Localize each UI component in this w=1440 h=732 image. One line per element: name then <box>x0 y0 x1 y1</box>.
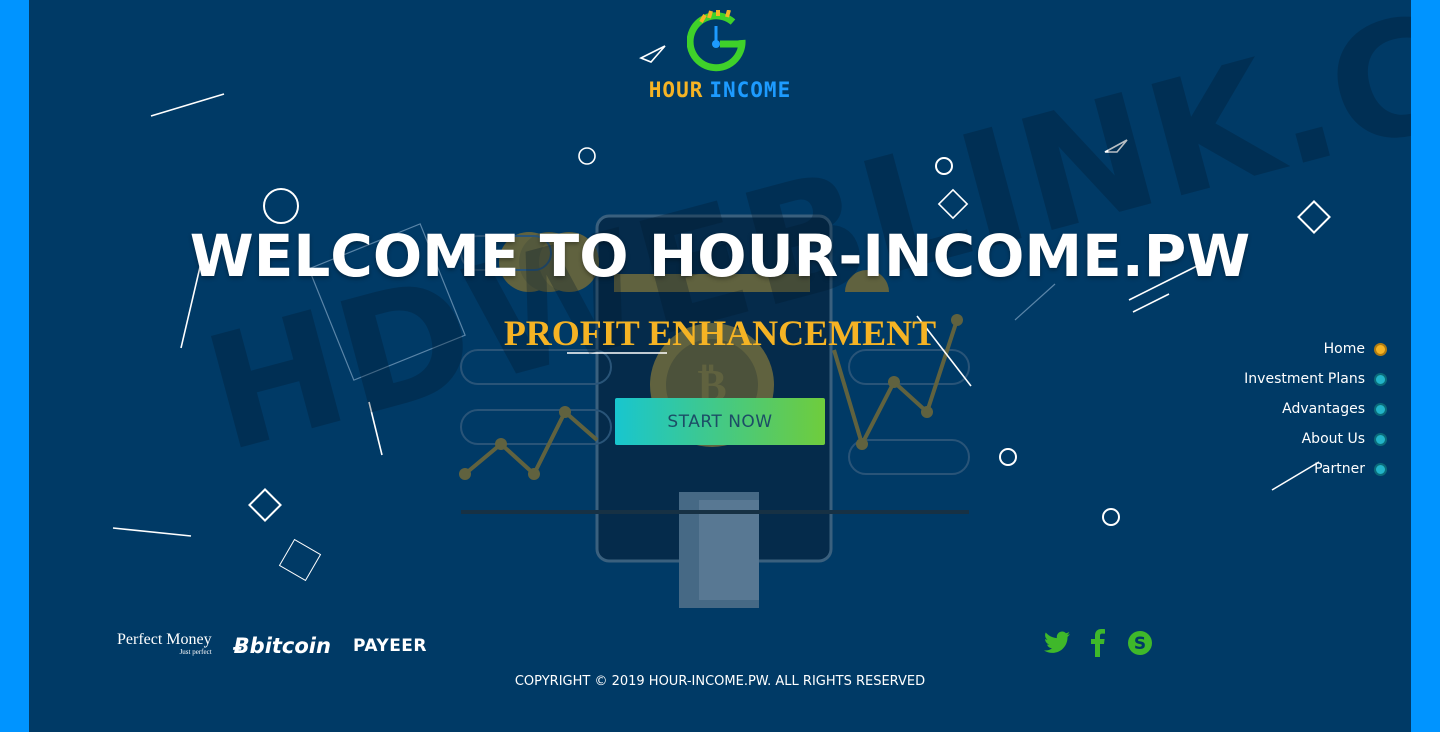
social-links: S <box>1041 628 1155 658</box>
bitcoin-logo: Ƀbitcoin <box>234 634 331 658</box>
svg-text:S: S <box>1134 634 1146 654</box>
nav-dot <box>1374 402 1387 416</box>
skype-icon[interactable]: S <box>1125 628 1155 658</box>
nav-item-about-us[interactable]: About Us <box>1244 424 1387 454</box>
nav-item-label: Home <box>1323 341 1365 357</box>
nav-item-label: Investment Plans <box>1244 371 1365 387</box>
nav-item-investment-plans[interactable]: Investment Plans <box>1244 364 1387 394</box>
nav-item-home[interactable]: Home <box>1244 334 1387 364</box>
logo-word-hour: HOUR <box>648 78 704 102</box>
nav-item-label: About Us <box>1301 431 1365 447</box>
nav-item-label: Advantages <box>1282 401 1365 417</box>
nav-item-label: Partner <box>1314 461 1365 477</box>
nav-dot <box>1374 372 1387 386</box>
site-logo[interactable]: HOUR INCOME <box>29 10 1411 102</box>
start-now-button[interactable]: START NOW <box>615 398 825 445</box>
nav-item-partner[interactable]: Partner <box>1244 454 1387 484</box>
payeer-logo: PAYEER <box>352 636 428 656</box>
clock-g-logo-icon <box>687 10 746 72</box>
hero-subtitle: PROFIT ENHANCEMENT <box>503 313 937 353</box>
nav-dot <box>1374 462 1387 476</box>
nav-dot-active <box>1374 342 1387 356</box>
perfect-money-logo: Perfect Money Just perfect <box>117 632 212 658</box>
logo-word-income: INCOME <box>709 78 792 102</box>
nav-item-advantages[interactable]: Advantages <box>1244 394 1387 424</box>
twitter-icon[interactable] <box>1041 628 1071 658</box>
bitcoin-b-icon: Ƀ <box>233 634 250 658</box>
page-stage: ₿ HDWEBLINK.COM HOUR INCOME WELCOME TO H… <box>29 0 1411 732</box>
nav-dot <box>1374 432 1387 446</box>
hero-title: WELCOME TO HOUR-INCOME.PW <box>189 222 1251 290</box>
background-illustration: ₿ <box>112 45 1331 608</box>
side-navigation: Home Investment Plans Advantages About U… <box>1244 334 1387 484</box>
facebook-icon[interactable] <box>1083 628 1113 658</box>
payment-methods: Perfect Money Just perfect Ƀbitcoin PAYEE… <box>117 632 428 659</box>
copyright-text: COPYRIGHT © 2019 HOUR-INCOME.PW. ALL RIG… <box>514 674 926 689</box>
bitcoin-label: bitcoin <box>249 634 331 658</box>
logo-wordmark: HOUR INCOME <box>29 78 1411 102</box>
